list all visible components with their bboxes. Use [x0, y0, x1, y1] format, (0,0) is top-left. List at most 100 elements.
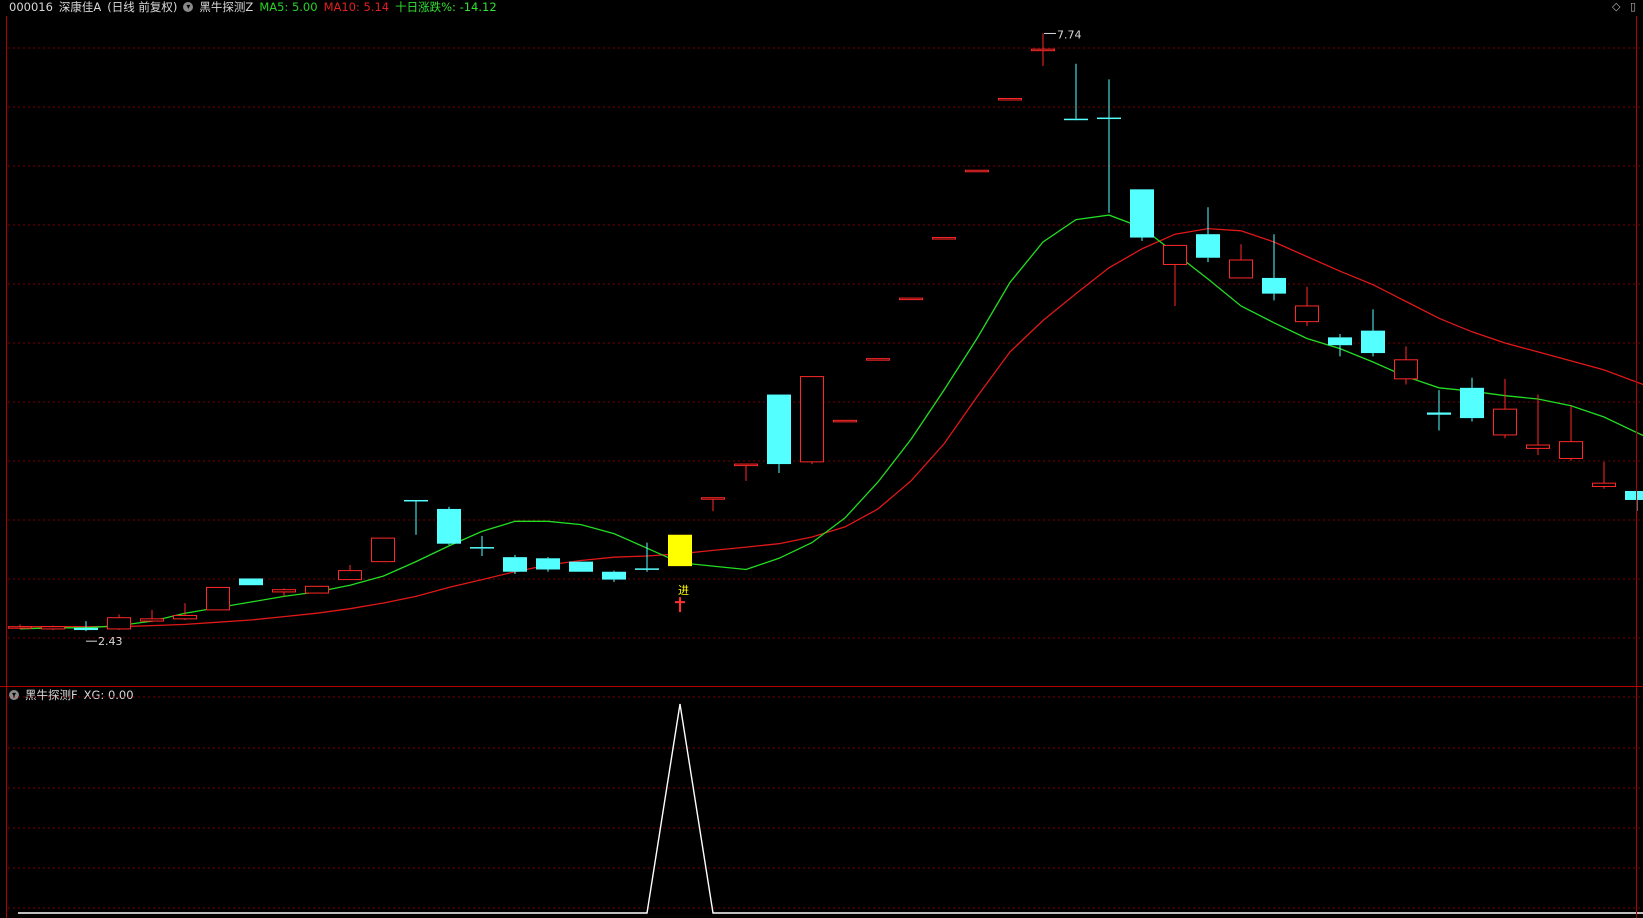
candle-body	[1328, 337, 1352, 346]
candle-body	[602, 571, 626, 580]
candle-body	[74, 627, 98, 631]
xg-panel	[18, 703, 1643, 914]
candle-body	[1361, 330, 1385, 354]
candle	[800, 376, 824, 465]
grid-lines	[8, 47, 1643, 909]
candle	[239, 578, 263, 586]
ma5-line	[19, 214, 1643, 630]
candle-body	[833, 419, 857, 423]
candle-body	[1130, 189, 1154, 238]
candle-body	[800, 376, 824, 463]
candle-body	[1394, 359, 1418, 380]
candle	[305, 585, 329, 594]
candle-body	[1064, 118, 1088, 121]
candle	[734, 463, 758, 481]
candle	[1460, 377, 1484, 422]
candle-body	[1163, 244, 1187, 265]
high-price-label: 7.74	[1057, 28, 1082, 41]
low-price-label: 2.43	[98, 635, 123, 648]
candle	[1361, 309, 1385, 357]
candle	[1328, 333, 1352, 357]
candle	[932, 237, 956, 240]
candle	[503, 554, 527, 574]
candle-body	[734, 463, 758, 467]
candle	[206, 586, 230, 611]
candle-body	[1526, 444, 1550, 449]
candle	[1031, 33, 1055, 66]
candle-body	[1031, 48, 1055, 52]
candle	[1559, 405, 1583, 461]
candle	[668, 534, 692, 567]
candle-body	[8, 626, 32, 629]
candle	[1130, 189, 1154, 241]
candle-body	[536, 558, 560, 570]
candle-body	[866, 358, 890, 361]
candle	[1625, 490, 1643, 512]
candle	[635, 542, 659, 572]
annotations: 7.74 2.43 进	[86, 28, 1082, 648]
candle	[602, 570, 626, 582]
candle-body	[1559, 441, 1583, 459]
candle-body	[1460, 387, 1484, 419]
candle-body	[767, 394, 791, 465]
xg-line	[18, 703, 1643, 914]
ma10-line	[20, 227, 1643, 628]
candle-body	[437, 508, 461, 544]
candle-body	[899, 297, 923, 301]
candle	[140, 609, 164, 623]
candle-body	[1262, 277, 1286, 294]
chart-frame	[0, 16, 1643, 918]
candle	[1295, 286, 1319, 327]
candle-body	[239, 578, 263, 586]
candle	[866, 358, 890, 361]
candle	[833, 419, 857, 423]
candle	[1229, 244, 1253, 279]
candle-body	[701, 497, 725, 500]
candle-body	[1427, 412, 1451, 415]
candles	[8, 33, 1643, 632]
candle-body	[965, 169, 989, 173]
candle	[1097, 79, 1121, 213]
candle-body	[173, 614, 197, 620]
buy-signal-label: 进	[678, 584, 689, 597]
candle-body	[1625, 490, 1643, 500]
candle	[1592, 461, 1616, 489]
candle-body	[503, 557, 527, 572]
candle-body	[1229, 259, 1253, 279]
candle	[338, 565, 362, 581]
candle-body	[569, 561, 593, 572]
candle	[899, 297, 923, 301]
candle-body	[371, 537, 395, 563]
candle-body	[635, 568, 659, 570]
candle	[8, 624, 32, 629]
candle-body	[272, 589, 296, 593]
candle	[1196, 207, 1220, 263]
candle-body	[1196, 234, 1220, 258]
candle	[998, 97, 1022, 101]
kline-chart[interactable]: 7.74 2.43 进	[0, 0, 1643, 918]
candle-body	[305, 585, 329, 594]
signal-arrow	[675, 597, 685, 613]
candle-body	[932, 237, 956, 240]
candle	[41, 625, 65, 631]
candle	[965, 169, 989, 173]
candle	[1262, 234, 1286, 301]
candle-body	[206, 586, 230, 611]
candle-body	[1097, 117, 1121, 120]
candle	[1394, 346, 1418, 385]
candle	[1493, 378, 1517, 439]
candle-body	[107, 617, 131, 630]
moving-averages	[19, 214, 1643, 630]
candle	[701, 497, 725, 512]
candle	[1064, 63, 1088, 121]
candle-body	[41, 626, 65, 630]
candle	[1427, 390, 1451, 431]
candle	[536, 557, 560, 572]
candle	[437, 506, 461, 545]
candle-body	[470, 547, 494, 549]
candle	[371, 537, 395, 563]
candle	[1526, 394, 1550, 456]
candle	[404, 499, 428, 535]
candle-body	[404, 499, 428, 502]
candle-body	[140, 618, 164, 622]
